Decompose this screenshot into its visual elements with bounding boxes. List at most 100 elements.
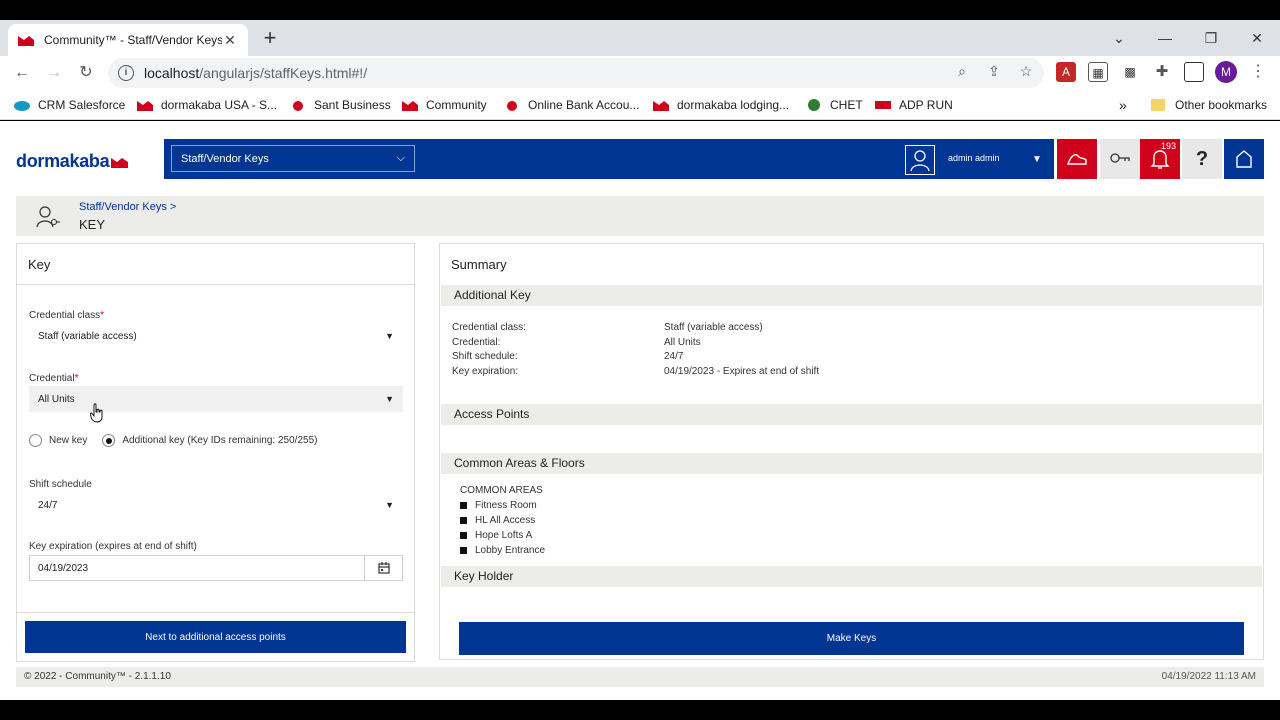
browser-tab[interactable]: Community™ - Staff/Vendor Keys ✕ [8, 24, 248, 56]
folder-icon [1151, 99, 1165, 111]
bookmark-label: Sant Business [314, 98, 391, 112]
pdf-extension-icon[interactable]: A [1056, 62, 1076, 82]
keys-icon[interactable] [1100, 139, 1140, 179]
dormakaba-logo[interactable]: dormakaba [16, 151, 129, 172]
breadcrumb-link[interactable]: Staff/Vendor Keys > [79, 201, 176, 213]
module-select[interactable]: Staff/Vendor Keys ⌵ [171, 145, 415, 172]
zoom-icon[interactable]: ⌕ [953, 62, 971, 80]
footer: © 2022 - Community™ - 2.1.1.10 04/19/202… [16, 667, 1264, 687]
footer-copyright: © 2022 - Community™ - 2.1.1.10 [24, 671, 171, 682]
bookmark-label: dormakaba USA - S... [161, 98, 278, 112]
bookmark-chet[interactable]: CHET [806, 96, 863, 114]
bookmark-crm-salesforce[interactable]: CRM Salesforce [14, 96, 125, 114]
tab-close-icon[interactable]: ✕ [222, 32, 238, 49]
list-item: HL All Access [460, 515, 535, 526]
notifications-bell-icon[interactable]: 193 [1140, 139, 1180, 179]
dormakaba-icon [653, 101, 669, 111]
santander-flame-icon [507, 101, 517, 111]
help-icon[interactable]: ? [1182, 139, 1222, 179]
summary-value: All Units [664, 337, 701, 348]
forward-icon[interactable]: → [42, 61, 66, 85]
address-bar[interactable]: i localhost/angularjs/staffKeys.html#!/ [108, 58, 1044, 88]
bookmark-sant-business[interactable]: Sant Business [290, 96, 391, 114]
bookmark-label: ADP RUN [899, 98, 953, 112]
letterbox-bottom [0, 700, 1280, 720]
user-menu-chevron-icon[interactable]: ▼ [1032, 154, 1042, 165]
bookmark-other[interactable]: Other bookmarks [1151, 96, 1267, 114]
reload-icon[interactable]: ↻ [74, 61, 98, 85]
close-window-icon[interactable]: ✕ [1242, 26, 1272, 50]
home-icon[interactable] [1224, 139, 1264, 179]
bookmark-star-icon[interactable]: ☆ [1017, 62, 1035, 80]
shift-schedule-value: 24/7 [38, 499, 58, 511]
bookmark-dormakaba-usa[interactable]: dormakaba USA - S... [137, 96, 277, 114]
breadcrumb: Staff/Vendor Keys > KEY [16, 196, 1264, 236]
summary-panel: Summary Additional Key Credential class:… [439, 243, 1264, 660]
bookmark-community[interactable]: Community [402, 96, 487, 114]
bookmark-label: CHET [830, 98, 863, 112]
make-keys-button[interactable]: Make Keys [459, 622, 1244, 655]
browser-menu-icon[interactable]: ⋮ [1248, 62, 1268, 82]
square-bullet-icon [460, 532, 467, 539]
shift-schedule-label: Shift schedule [29, 479, 92, 490]
key-expiration-field[interactable]: 04/19/2023 [29, 555, 403, 581]
dropdown-caret-icon: ▼ [385, 331, 394, 341]
bookmark-online-bank[interactable]: Online Bank Accou... [504, 96, 639, 114]
browser-tab-strip: Community™ - Staff/Vendor Keys ✕ + ⌄ — ❐… [0, 20, 1280, 56]
list-item: Fitness Room [460, 500, 537, 511]
key-panel-heading: Key [17, 244, 414, 285]
additional-key-radio[interactable] [102, 434, 116, 447]
summary-label: Credential: [452, 337, 501, 348]
user-avatar-icon[interactable] [905, 145, 935, 175]
summary-heading: Summary [451, 257, 507, 272]
salesforce-cloud-icon [14, 101, 30, 111]
hand-cursor-icon [90, 403, 103, 423]
extension-icon[interactable]: ▦ [1088, 62, 1108, 82]
calendar-icon[interactable] [364, 556, 402, 580]
chevron-down-icon: ⌵ [396, 152, 405, 164]
share-icon[interactable]: ⇪ [985, 62, 1003, 80]
bookmark-adp-run[interactable]: ADP RUN [875, 96, 953, 114]
credential-class-select[interactable]: Staff (variable access) ▼ [29, 323, 403, 349]
summary-label: Shift schedule: [452, 351, 518, 362]
letterbox-top [0, 0, 1280, 20]
restore-icon[interactable]: ❐ [1196, 26, 1226, 50]
app-page: dormakaba Staff/Vendor Keys ⌵ admin admi… [0, 121, 1280, 700]
new-tab-icon[interactable]: + [258, 26, 282, 50]
divider [17, 612, 414, 613]
brand-text: dormakaba [16, 151, 110, 171]
dormakaba-icon [137, 101, 153, 111]
additional-key-label: Additional key (Key IDs remaining: 250/2… [122, 435, 318, 446]
list-item: Lobby Entrance [460, 545, 545, 556]
back-icon[interactable]: ← [10, 61, 34, 85]
bookmark-dormakaba-lodging[interactable]: dormakaba lodging... [653, 96, 789, 114]
credential-value: All Units [38, 393, 75, 405]
qr-extension-icon[interactable]: ▩ [1120, 62, 1140, 82]
page-title: KEY [79, 217, 106, 232]
shift-schedule-select[interactable]: 24/7 ▼ [29, 492, 403, 518]
minimize-icon[interactable]: — [1150, 26, 1180, 50]
square-bullet-icon [460, 502, 467, 509]
new-key-radio[interactable] [29, 434, 42, 447]
credential-class-label: Credential class* [29, 310, 105, 321]
summary-label: Credential class: [452, 322, 526, 333]
adp-icon [875, 101, 891, 109]
tab-search-icon[interactable]: ⌄ [1104, 26, 1134, 50]
puzzle-extensions-icon[interactable]: ✚ [1152, 62, 1172, 82]
side-panel-icon[interactable] [1184, 62, 1204, 82]
bookmark-label: Online Bank Accou... [528, 98, 640, 112]
profile-avatar[interactable]: M [1215, 61, 1237, 83]
dormakaba-mark-icon [111, 157, 129, 168]
url-host: localhost [144, 65, 200, 81]
required-mark: * [74, 373, 79, 384]
bookmarks-overflow-icon[interactable]: » [1119, 96, 1127, 114]
screen: Community™ - Staff/Vendor Keys ✕ + ⌄ — ❐… [0, 0, 1280, 720]
key-expiration-value[interactable]: 04/19/2023 [30, 556, 364, 580]
credential-select[interactable]: All Units ▼ [29, 386, 403, 412]
encoder-icon[interactable] [1057, 139, 1097, 179]
common-areas-title: COMMON AREAS [460, 485, 543, 496]
site-info-icon[interactable]: i [118, 65, 134, 81]
user-name[interactable]: admin admin [948, 153, 1000, 163]
key-expiration-label: Key expiration (expires at end of shift) [29, 541, 197, 552]
next-access-points-button[interactable]: Next to additional access points [25, 621, 406, 653]
